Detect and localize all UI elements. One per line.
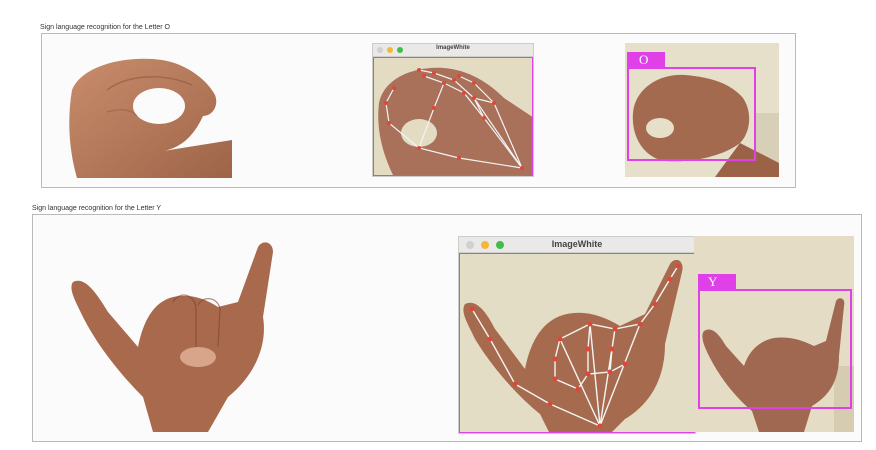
bounding-box xyxy=(627,67,756,161)
hand-o-raw-image xyxy=(69,58,232,178)
row-o-landmark-image xyxy=(373,57,533,176)
row-o-input-image xyxy=(67,50,237,178)
row-o-landmark-window[interactable]: ImageWhite xyxy=(372,43,534,177)
predicted-letter-label: O xyxy=(627,52,665,67)
row-y-landmark-image xyxy=(459,253,695,433)
row-y-prediction-image: Y xyxy=(694,236,854,432)
row-o-caption: Sign language recognition for the Letter… xyxy=(40,24,170,31)
row-y-caption: Sign language recognition for the Letter… xyxy=(32,205,162,212)
row-y-landmark-window[interactable]: ImageWhite xyxy=(458,236,696,434)
window-title: ImageWhite xyxy=(436,45,470,51)
hand-y-raw-image xyxy=(71,242,274,432)
row-o-prediction-image: O xyxy=(625,43,779,177)
bounding-box xyxy=(698,289,852,409)
predicted-letter-label: Y xyxy=(698,274,736,289)
row-y-input-image xyxy=(68,237,293,432)
row-y-panel: ImageWhite Y xyxy=(32,214,862,442)
window-title: ImageWhite xyxy=(551,239,603,249)
row-o-panel: ImageWhite O xyxy=(41,33,796,188)
window-titlebar[interactable]: ImageWhite xyxy=(373,44,533,57)
window-titlebar[interactable]: ImageWhite xyxy=(459,237,695,253)
